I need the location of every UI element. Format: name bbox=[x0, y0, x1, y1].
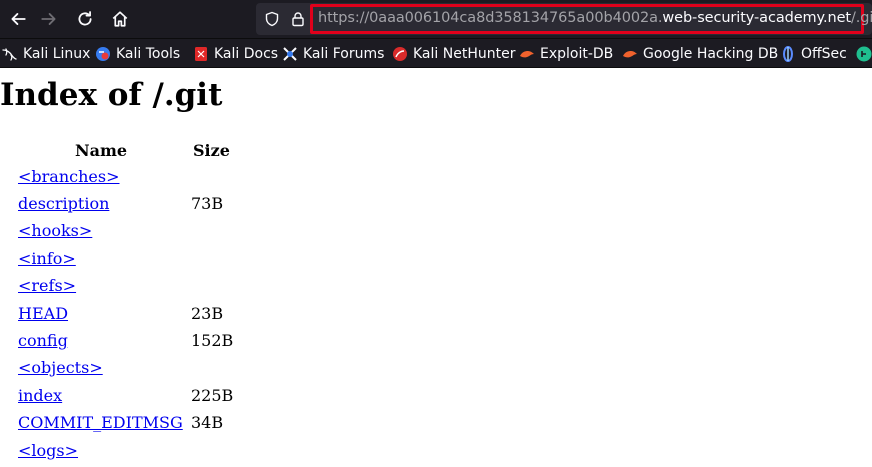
table-row: index 225B bbox=[0, 386, 300, 406]
bookmark-label: Kali Tools bbox=[116, 46, 181, 62]
bookmark-kali-tools[interactable]: Kali Tools bbox=[95, 45, 180, 63]
file-link[interactable]: <hooks> bbox=[18, 221, 92, 240]
url-bar[interactable]: https://0aaa006104ca8d358134765a00b4002a… bbox=[256, 3, 872, 35]
file-size: 23B bbox=[191, 304, 224, 323]
file-size: 152B bbox=[191, 331, 234, 350]
table-row: description 73B bbox=[0, 194, 300, 214]
bookmark-label: OffSec bbox=[801, 46, 847, 62]
offsec-icon bbox=[783, 46, 793, 62]
home-icon bbox=[112, 11, 128, 27]
nethunter-icon bbox=[393, 47, 407, 61]
bookmark-label: Google Hacking DB bbox=[643, 46, 779, 62]
bookmark-overflow-item[interactable] bbox=[856, 45, 872, 63]
table-row: config 152B bbox=[0, 331, 300, 351]
kali-forums-icon bbox=[283, 47, 297, 61]
file-link[interactable]: <info> bbox=[18, 249, 76, 268]
bookmark-offsec[interactable]: OffSec bbox=[780, 45, 847, 63]
table-row: <refs> bbox=[0, 276, 300, 296]
file-size: 73B bbox=[191, 194, 224, 213]
table-row: <logs> bbox=[0, 441, 300, 461]
shield-icon[interactable] bbox=[264, 11, 280, 27]
file-link[interactable]: <logs> bbox=[18, 441, 78, 460]
file-size: 225B bbox=[191, 386, 234, 405]
bookmark-kali-docs[interactable]: Kali Docs bbox=[193, 45, 278, 63]
file-link[interactable]: <refs> bbox=[18, 276, 76, 295]
table-row: <hooks> bbox=[0, 221, 300, 241]
forward-button[interactable] bbox=[34, 4, 64, 34]
table-row: <info> bbox=[0, 249, 300, 269]
home-button[interactable] bbox=[105, 4, 135, 34]
file-link[interactable]: HEAD bbox=[18, 304, 68, 323]
bookmark-label: Exploit-DB bbox=[540, 46, 614, 62]
bookmark-kali-linux[interactable]: Kali Linux bbox=[2, 45, 90, 63]
file-link[interactable]: <objects> bbox=[18, 358, 103, 377]
bookmark-label: Kali Docs bbox=[214, 46, 279, 62]
file-link[interactable]: description bbox=[18, 194, 109, 213]
kali-docs-icon bbox=[195, 47, 207, 61]
forward-arrow-icon bbox=[41, 13, 56, 25]
bookmark-exploit-db[interactable]: Exploit-DB bbox=[519, 45, 613, 63]
url-path: /.git bbox=[850, 10, 872, 26]
back-arrow-icon bbox=[11, 13, 26, 25]
back-button[interactable] bbox=[3, 4, 33, 34]
file-size: 34B bbox=[191, 413, 224, 432]
file-link[interactable]: COMMIT_EDITMSG bbox=[18, 413, 183, 432]
lock-icon[interactable] bbox=[290, 11, 306, 27]
browser-toolbar: https://0aaa006104ca8d358134765a00b4002a… bbox=[0, 0, 872, 38]
page-title: Index of /.git bbox=[0, 77, 223, 113]
column-header-size: Size bbox=[193, 141, 230, 160]
overflow-bookmark-icon bbox=[856, 46, 872, 62]
kali-dragon-icon bbox=[2, 48, 17, 61]
file-link[interactable]: <branches> bbox=[18, 167, 120, 186]
table-row: <branches> bbox=[0, 167, 300, 187]
bookmark-label: Kali Linux bbox=[23, 46, 91, 62]
table-row: <objects> bbox=[0, 358, 300, 378]
bookmark-google-hacking-db[interactable]: Google Hacking DB bbox=[622, 45, 778, 63]
url-text[interactable]: https://0aaa006104ca8d358134765a00b4002a… bbox=[318, 10, 872, 26]
table-row: HEAD 23B bbox=[0, 304, 300, 324]
bookmark-kali-forums[interactable]: Kali Forums bbox=[282, 45, 384, 63]
file-link[interactable]: config bbox=[18, 331, 68, 350]
bookmarks-bar: Kali Linux Kali Tools Kali Docs Kali For… bbox=[0, 38, 872, 68]
bookmark-label: Kali NetHunter bbox=[413, 46, 516, 62]
ghdb-icon bbox=[623, 51, 637, 58]
file-link[interactable]: index bbox=[18, 386, 62, 405]
bookmark-kali-nethunter[interactable]: Kali NetHunter bbox=[392, 45, 515, 63]
reload-button[interactable] bbox=[70, 4, 100, 34]
reload-icon bbox=[78, 11, 92, 26]
table-row: COMMIT_EDITMSG 34B bbox=[0, 413, 300, 433]
url-prefix: https://0aaa006104ca8d358134765a00b4002a… bbox=[318, 10, 663, 26]
exploit-db-icon bbox=[520, 51, 534, 58]
column-header-name: Name bbox=[75, 141, 128, 160]
url-domain: web-security-academy.net bbox=[662, 10, 851, 26]
bookmark-label: Kali Forums bbox=[303, 46, 385, 62]
kali-tools-icon bbox=[96, 47, 110, 61]
